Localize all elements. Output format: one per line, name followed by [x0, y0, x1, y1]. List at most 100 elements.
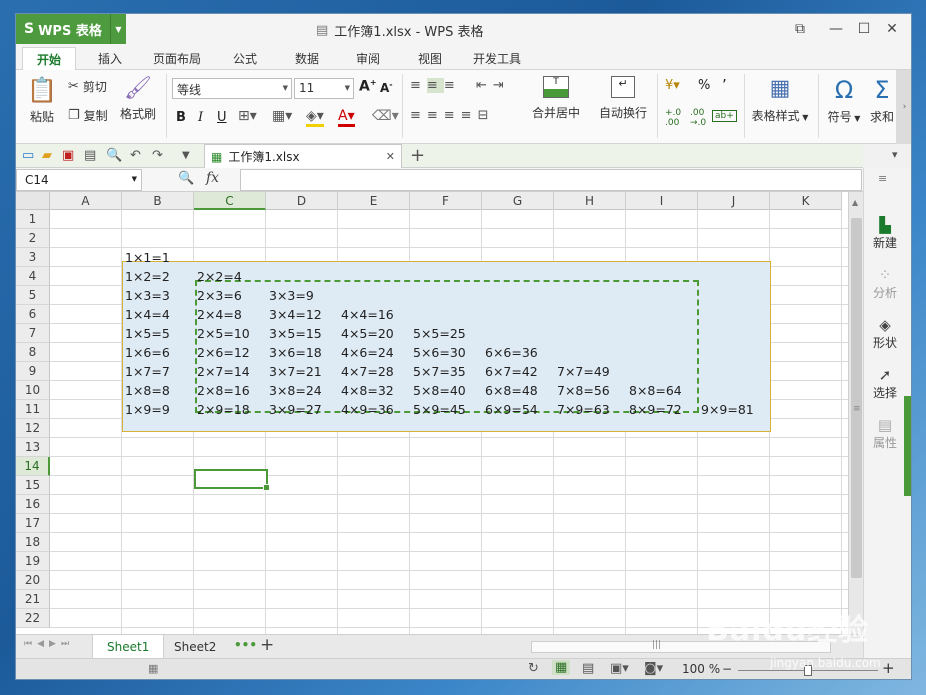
document-tab[interactable]: ▦ 工作簿1.xlsx ✕ [204, 144, 402, 168]
cell-h10[interactable]: 7×8=56 [557, 381, 610, 400]
row-header-1[interactable]: 1 [16, 210, 50, 229]
spreadsheet-grid[interactable]: ABCDEFGHIJK 1 2 3 4 5 6 7 8 9 10 11 12 13 14 15 16 17 18 1… [16, 192, 848, 634]
zoom-out-icon[interactable]: − [722, 662, 732, 676]
border-icon[interactable]: ⊞▾ [238, 108, 257, 124]
column-header-k[interactable]: K [770, 192, 842, 210]
row-header-9[interactable]: 9 [16, 362, 50, 381]
redo-icon[interactable]: ↷ [152, 148, 163, 163]
tab-developer[interactable]: 开发工具 [473, 50, 521, 67]
indent-icons[interactable]: ⇤⇥ [476, 78, 510, 93]
row-header-7[interactable]: 7 [16, 324, 50, 343]
decrease-decimal-icon[interactable]: .00 →.0 [690, 108, 706, 128]
vertical-align-icons[interactable]: ≡≡≡ [410, 78, 461, 93]
cell-b11[interactable]: 1×9=9 [125, 400, 170, 419]
cut-button[interactable]: ✂ 剪切 [68, 78, 107, 95]
sheet-tab-sheet2[interactable]: Sheet2 [160, 635, 230, 659]
merge-center-button[interactable]: T 合并居中 [526, 76, 586, 121]
tab-view[interactable]: 视图 [418, 50, 442, 67]
cell-b7[interactable]: 1×5=5 [125, 324, 170, 343]
tab-data[interactable]: 数据 [295, 50, 319, 67]
cell-i10[interactable]: 8×8=64 [629, 381, 682, 400]
cell-d7[interactable]: 3×5=15 [269, 324, 322, 343]
column-header-i[interactable]: I [626, 192, 698, 210]
tab-page-layout[interactable]: 页面布局 [153, 50, 201, 67]
window-options-icon[interactable]: ▾ [892, 148, 898, 161]
more-sheets-icon[interactable]: ••• [234, 638, 257, 652]
cell-b6[interactable]: 1×4=4 [125, 305, 170, 324]
cell-c7[interactable]: 2×5=10 [197, 324, 250, 343]
italic-icon[interactable]: I [198, 110, 203, 125]
column-header-b[interactable]: B [122, 192, 194, 210]
tab-review[interactable]: 审阅 [356, 50, 380, 67]
column-header-a[interactable]: A [50, 192, 122, 210]
increase-font-icon[interactable]: A+ [359, 78, 377, 95]
row-header-14[interactable]: 14 [16, 457, 50, 476]
vertical-scroll-thumb[interactable] [851, 218, 862, 578]
pdf-export-icon[interactable]: ▣ [62, 148, 74, 163]
row-header-8[interactable]: 8 [16, 343, 50, 362]
format-painter-button[interactable]: 🖌 格式刷 [118, 76, 158, 122]
cell-e7[interactable]: 4×5=20 [341, 324, 394, 343]
font-size-combo[interactable]: 11 ▼ [294, 78, 354, 99]
new-file-icon[interactable]: ▭ [22, 148, 34, 163]
cell-g10[interactable]: 6×8=48 [485, 381, 538, 400]
row-header-22[interactable]: 22 [16, 609, 50, 628]
cell-d6[interactable]: 3×4=12 [269, 305, 322, 324]
clear-format-icon[interactable]: ⌫▾ [372, 108, 399, 124]
row-header-21[interactable]: 21 [16, 590, 50, 609]
zoom-in-icon[interactable]: + [882, 659, 895, 677]
zoom-slider[interactable] [738, 665, 878, 676]
cell-f8[interactable]: 5×6=30 [413, 343, 466, 362]
cell-g9[interactable]: 6×7=42 [485, 362, 538, 381]
minimize-button[interactable]: — [822, 18, 850, 40]
cell-b4[interactable]: 1×2=2 [125, 267, 170, 286]
row-header-4[interactable]: 4 [16, 267, 50, 286]
percent-button[interactable]: % [698, 78, 710, 93]
pane-menu-icon[interactable]: ≡ [878, 172, 887, 185]
column-header-g[interactable]: G [482, 192, 554, 210]
pane-select-button[interactable]: ➚ 选择 [864, 366, 906, 401]
comma-button[interactable]: ’ [722, 76, 727, 94]
name-box[interactable]: C14 ▼ [16, 169, 142, 191]
cell-b9[interactable]: 1×7=7 [125, 362, 170, 381]
pane-properties-button[interactable]: ▤ 属性 [864, 416, 906, 451]
cell-c6[interactable]: 2×4=8 [197, 305, 242, 324]
ribbon-scroll-right-icon[interactable]: › [896, 70, 911, 144]
insert-function-button[interactable]: fx [206, 170, 219, 186]
page-break-view-icon[interactable]: ▤ [582, 661, 594, 676]
increase-decimal-icon[interactable]: +.0.00 [665, 108, 681, 128]
row-header-13[interactable]: 13 [16, 438, 50, 457]
tab-start[interactable]: 开始 [22, 47, 77, 71]
active-cell[interactable] [194, 469, 270, 491]
horizontal-align-icons[interactable]: ≡≡≡≡⊟ [410, 108, 494, 123]
row-header-6[interactable]: 6 [16, 305, 50, 324]
fill-pattern-icon[interactable]: ▦▾ [272, 108, 292, 124]
cell-c4[interactable]: 2×2=4 [197, 267, 242, 286]
close-button[interactable]: ✕ [878, 18, 906, 40]
tab-insert[interactable]: 插入 [98, 50, 122, 67]
cell-b3[interactable]: 1×1=1 [125, 248, 170, 267]
cell-h11[interactable]: 7×9=63 [557, 400, 610, 419]
table-style-button[interactable]: ▦ 表格样式 ▼ [748, 76, 812, 124]
formula-input[interactable] [240, 169, 862, 191]
column-header-e[interactable]: E [338, 192, 410, 210]
cell-f10[interactable]: 5×8=40 [413, 381, 466, 400]
open-folder-icon[interactable]: ▰ [42, 148, 52, 163]
cell-c8[interactable]: 2×6=12 [197, 343, 250, 362]
cell-c5[interactable]: 2×3=6 [197, 286, 242, 305]
row-header-10[interactable]: 10 [16, 381, 50, 400]
paste-button[interactable]: 📋 粘贴 [24, 76, 60, 125]
pane-toggle-handle[interactable] [904, 396, 911, 496]
maximize-button[interactable]: ☐ [850, 18, 878, 40]
symbol-button[interactable]: Ω 符号 ▼ [824, 76, 864, 125]
undo-icon[interactable]: ↶ [130, 148, 141, 163]
cell-e9[interactable]: 4×7=28 [341, 362, 394, 381]
copy-button[interactable]: ❐ 复制 [68, 107, 108, 124]
normal-view-icon[interactable]: ▦ [552, 660, 571, 675]
pane-analyze-button[interactable]: ⁘ 分析 [864, 266, 906, 301]
row-header-3[interactable]: 3 [16, 248, 50, 267]
underline-icon[interactable]: U [217, 110, 227, 125]
cell-d11[interactable]: 3×9=27 [269, 400, 322, 419]
app-menu-button[interactable]: S WPS 表格 ▼ [16, 14, 126, 44]
new-tab-plus-icon[interactable]: + [410, 145, 425, 166]
